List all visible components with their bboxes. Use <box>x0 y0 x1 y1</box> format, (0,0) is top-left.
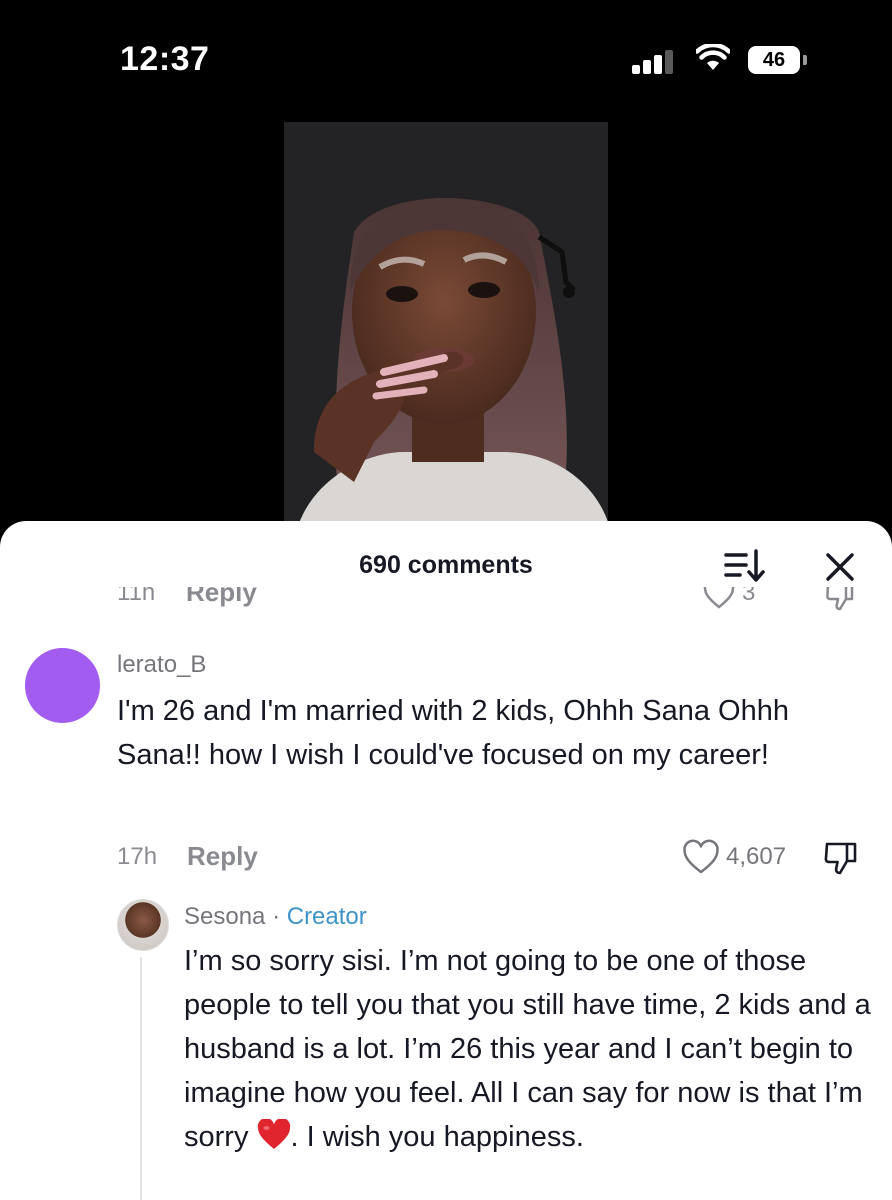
dislike-icon[interactable] <box>822 839 860 877</box>
comment-time: 17h <box>117 843 158 870</box>
previous-comment-time: 11h <box>117 587 156 606</box>
reply-text-part-2: . I wish you happiness. <box>290 1121 584 1153</box>
video-thumbnail[interactable] <box>284 122 608 542</box>
cellular-signal-icon <box>632 50 680 74</box>
reply-thread-line <box>140 957 142 1200</box>
previous-reply-button[interactable]: Reply <box>186 587 257 608</box>
close-icon[interactable] <box>820 547 860 587</box>
reply-header: Sesona · Creator <box>184 903 367 931</box>
like-count: 4,607 <box>726 843 787 870</box>
reply-text: I’m so sorry sisi. I’m not going to be o… <box>184 939 874 1159</box>
comment-username[interactable]: lerato_B <box>117 651 206 679</box>
status-time: 12:37 <box>120 40 210 78</box>
reply-username[interactable]: Sesona <box>184 903 265 930</box>
red-heart-icon <box>257 1119 290 1149</box>
creator-badge: Creator <box>286 903 367 930</box>
comments-sheet: 690 comments 11h Reply 3 lerato_B I'm 26… <box>0 521 892 1200</box>
creator-avatar[interactable] <box>117 899 169 951</box>
battery-nub <box>803 55 807 65</box>
previous-comment-actions-clipped: 11h Reply 3 <box>0 587 892 619</box>
wifi-icon <box>696 44 730 70</box>
avatar[interactable] <box>25 648 100 723</box>
battery-icon: 46 <box>748 46 800 74</box>
heart-outline-icon[interactable] <box>703 587 735 609</box>
reply-separator: · <box>265 903 287 930</box>
dislike-icon[interactable] <box>824 587 856 613</box>
previous-like-count: 3 <box>742 587 756 606</box>
sort-icon[interactable] <box>724 547 768 587</box>
heart-outline-icon[interactable] <box>682 839 720 875</box>
reply-button[interactable]: Reply <box>187 841 258 872</box>
comment-text: I'm 26 and I'm married with 2 kids, Ohhh… <box>117 695 789 771</box>
tiktok-comments-screen: 12:37 46 690 comments 11h Reply 3 lerato… <box>0 0 892 1200</box>
video-person-illustration <box>284 122 608 542</box>
